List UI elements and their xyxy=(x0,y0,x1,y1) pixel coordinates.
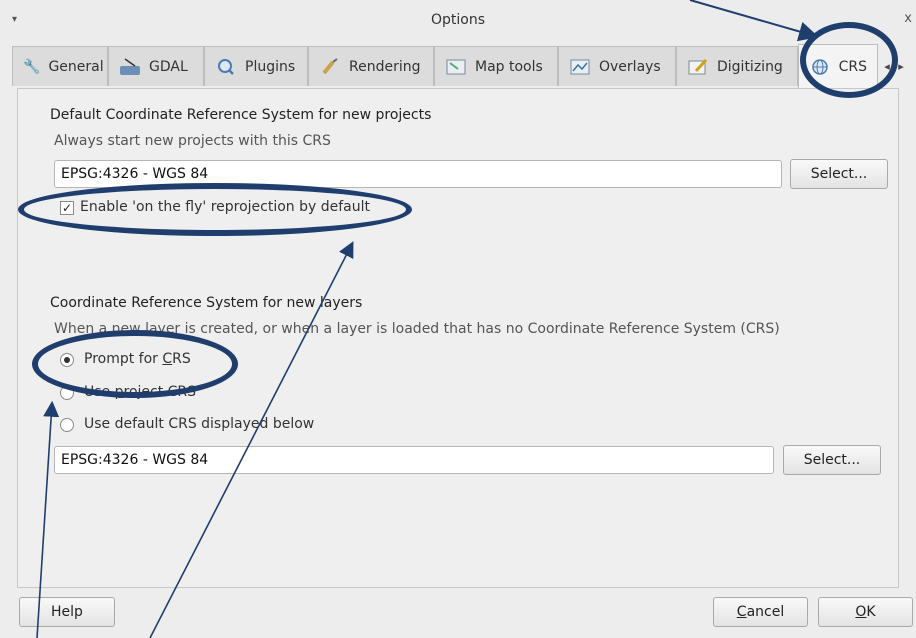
tab-crs[interactable]: CRS xyxy=(798,44,878,88)
tab-map-tools[interactable]: Map tools xyxy=(434,46,558,86)
layer-crs-hint: When a new layer is created, or when a l… xyxy=(54,321,780,337)
tab-label: Overlays xyxy=(599,58,661,75)
cancel-button[interactable]: Cancel xyxy=(713,597,808,627)
overlays-icon xyxy=(569,58,591,76)
tab-label: Digitizing xyxy=(717,58,783,75)
layer-crs-group-title: Coordinate Reference System for new laye… xyxy=(50,295,363,311)
tab-scroll-right-icon[interactable]: ▸ xyxy=(894,50,908,82)
tab-label: CRS xyxy=(838,58,867,75)
map-tools-icon xyxy=(445,58,467,76)
tab-label: GDAL xyxy=(149,58,188,75)
project-crs-select-button[interactable]: Select... xyxy=(790,159,888,189)
project-crs-radio-label: Use project CRS xyxy=(84,384,197,400)
gdal-icon xyxy=(119,57,141,76)
brush-icon xyxy=(319,57,341,76)
otf-label: Enable 'on the fly' reprojection by defa… xyxy=(80,199,371,215)
tab-label: Rendering xyxy=(349,58,421,75)
prompt-crs-radio[interactable] xyxy=(60,353,74,367)
title-bar: ▾ Options x xyxy=(0,0,916,40)
tab-label: Map tools xyxy=(475,58,543,75)
tab-rendering[interactable]: Rendering xyxy=(308,46,434,86)
tab-plugins[interactable]: Plugins xyxy=(204,46,308,86)
window-title: Options xyxy=(430,12,486,28)
tab-scroll-left-icon[interactable]: ◂ xyxy=(880,50,894,82)
ok-button[interactable]: OK xyxy=(818,597,913,627)
default-crs-label: Use default CRS displayed below xyxy=(84,416,315,432)
project-crs-group-title: Default Coordinate Reference System for … xyxy=(50,107,432,123)
tab-digitizing[interactable]: Digitizing xyxy=(676,46,798,86)
tab-general[interactable]: 🔧 General xyxy=(12,46,108,86)
help-button[interactable]: Help xyxy=(19,597,115,627)
tab-bar: 🔧 General GDAL Plugins Rendering Map too… xyxy=(0,44,916,90)
tab-gdal[interactable]: GDAL xyxy=(108,46,204,86)
project-crs-field[interactable]: EPSG:4326 - WGS 84 xyxy=(54,160,782,188)
prompt-crs-label: Prompt for CRS xyxy=(84,351,191,367)
tab-label: Plugins xyxy=(245,58,296,75)
otf-checkbox[interactable]: ✓ xyxy=(60,201,74,215)
layer-crs-field[interactable]: EPSG:4326 - WGS 84 xyxy=(54,446,774,474)
tab-label: General xyxy=(48,58,104,75)
layer-crs-select-button[interactable]: Select... xyxy=(783,445,881,475)
globe-icon xyxy=(809,58,831,76)
default-crs-radio[interactable] xyxy=(60,418,74,432)
plugins-icon xyxy=(215,58,237,76)
tab-overlays[interactable]: Overlays xyxy=(558,46,676,86)
crs-settings-panel: Default Coordinate Reference System for … xyxy=(17,88,899,588)
digitizing-icon xyxy=(687,58,709,76)
close-icon[interactable]: x xyxy=(904,11,912,26)
project-crs-hint: Always start new projects with this CRS xyxy=(54,133,331,149)
wrench-icon: 🔧 xyxy=(23,58,41,75)
project-crs-radio[interactable] xyxy=(60,386,74,400)
